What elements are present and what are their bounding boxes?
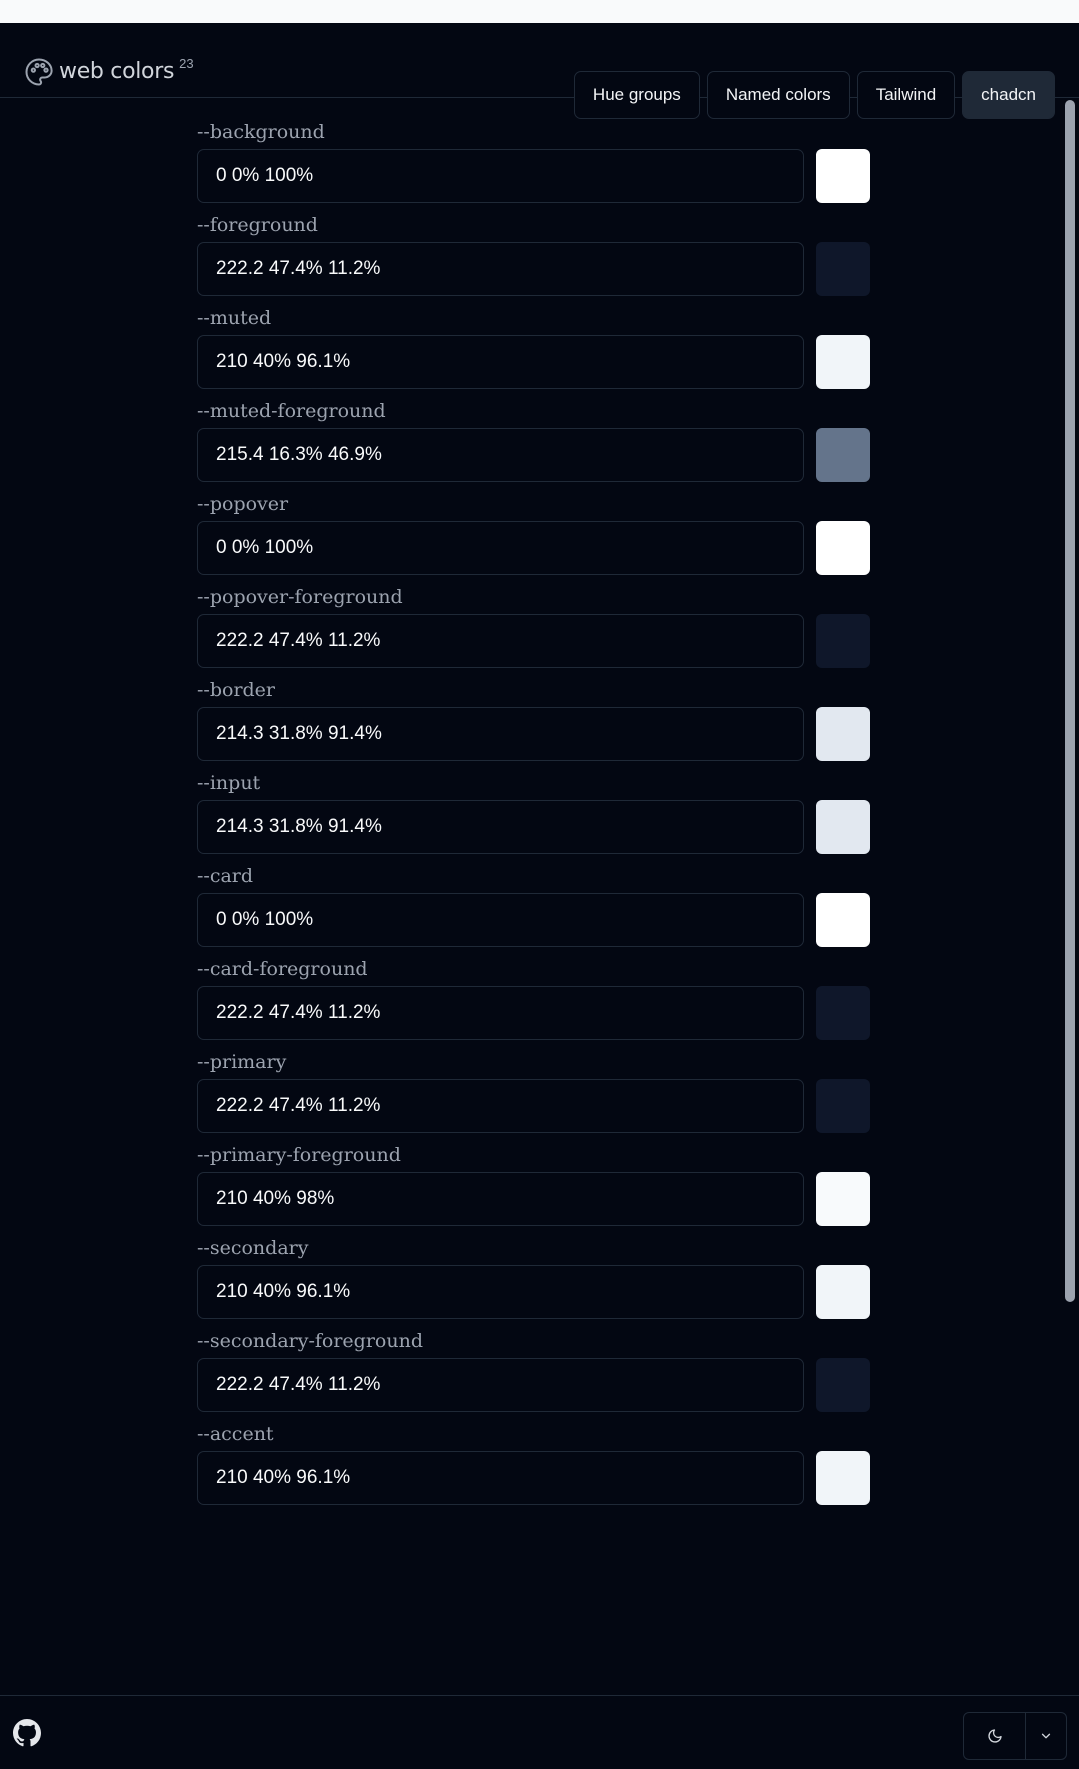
variable-name: --card-foreground — [197, 958, 368, 980]
variable-name: --popover — [197, 493, 289, 515]
app-header: web colors 23 Hue groups Named colors Ta… — [0, 23, 1079, 119]
variable-row: --secondary-foreground 222.2 47.4% 11.2% — [197, 1308, 871, 1413]
variable-row: --border 214.3 31.8% 91.4% — [197, 657, 871, 762]
variable-row: --popover-foreground 222.2 47.4% 11.2% — [197, 564, 871, 669]
variable-row: --foreground 222.2 47.4% 11.2% — [197, 192, 871, 297]
variable-row: --secondary 210 40% 96.1% — [197, 1215, 871, 1320]
variable-name: --popover-foreground — [197, 586, 403, 608]
variable-name: --accent — [197, 1423, 274, 1445]
variable-row: --muted-foreground 215.4 16.3% 46.9% — [197, 378, 871, 483]
variable-row: --popover 0 0% 100% — [197, 471, 871, 576]
variable-name: --muted — [197, 307, 272, 329]
variable-row: --card 0 0% 100% — [197, 843, 871, 948]
browser-top-strip — [0, 0, 1079, 23]
theme-menu-button[interactable] — [1026, 1713, 1066, 1759]
brand-version: 23 — [179, 56, 194, 71]
variable-row: --primary 222.2 47.4% 11.2% — [197, 1029, 871, 1134]
moon-icon — [987, 1729, 1002, 1743]
variable-row: --primary-foreground 210 40% 98% — [197, 1122, 871, 1227]
brand-name: web colors — [59, 59, 175, 84]
variable-name: --secondary-foreground — [197, 1330, 423, 1352]
github-icon[interactable] — [13, 1719, 41, 1747]
app-footer — [0, 1695, 1079, 1769]
variable-name: --border — [197, 679, 276, 701]
scrollbar-thumb[interactable] — [1065, 100, 1075, 1302]
color-swatch[interactable] — [816, 1451, 870, 1505]
chevron-down-icon — [1041, 1733, 1051, 1739]
variable-name: --input — [197, 772, 261, 794]
variable-row: --card-foreground 222.2 47.4% 11.2% — [197, 936, 871, 1041]
variable-name: --foreground — [197, 214, 318, 236]
palette-icon — [25, 58, 53, 86]
variable-row: --input 214.3 31.8% 91.4% — [197, 750, 871, 855]
theme-toggle-button[interactable] — [964, 1713, 1026, 1759]
variable-row: --background 0 0% 100% — [197, 99, 871, 204]
variable-row: --accent 210 40% 96.1% — [197, 1401, 871, 1506]
variable-row: --muted 210 40% 96.1% — [197, 285, 871, 390]
variable-value-input[interactable]: 210 40% 96.1% — [197, 1451, 804, 1505]
theme-switcher — [963, 1712, 1067, 1760]
variable-name: --background — [197, 121, 325, 143]
variable-name: --secondary — [197, 1237, 309, 1259]
variable-name: --muted-foreground — [197, 400, 386, 422]
variable-name: --card — [197, 865, 254, 887]
variable-name: --primary-foreground — [197, 1144, 401, 1166]
variable-name: --primary — [197, 1051, 287, 1073]
brand[interactable]: web colors 23 — [24, 56, 194, 87]
variables-panel: --background 0 0% 100% --foreground 222.2 4… — [0, 99, 1079, 1695]
